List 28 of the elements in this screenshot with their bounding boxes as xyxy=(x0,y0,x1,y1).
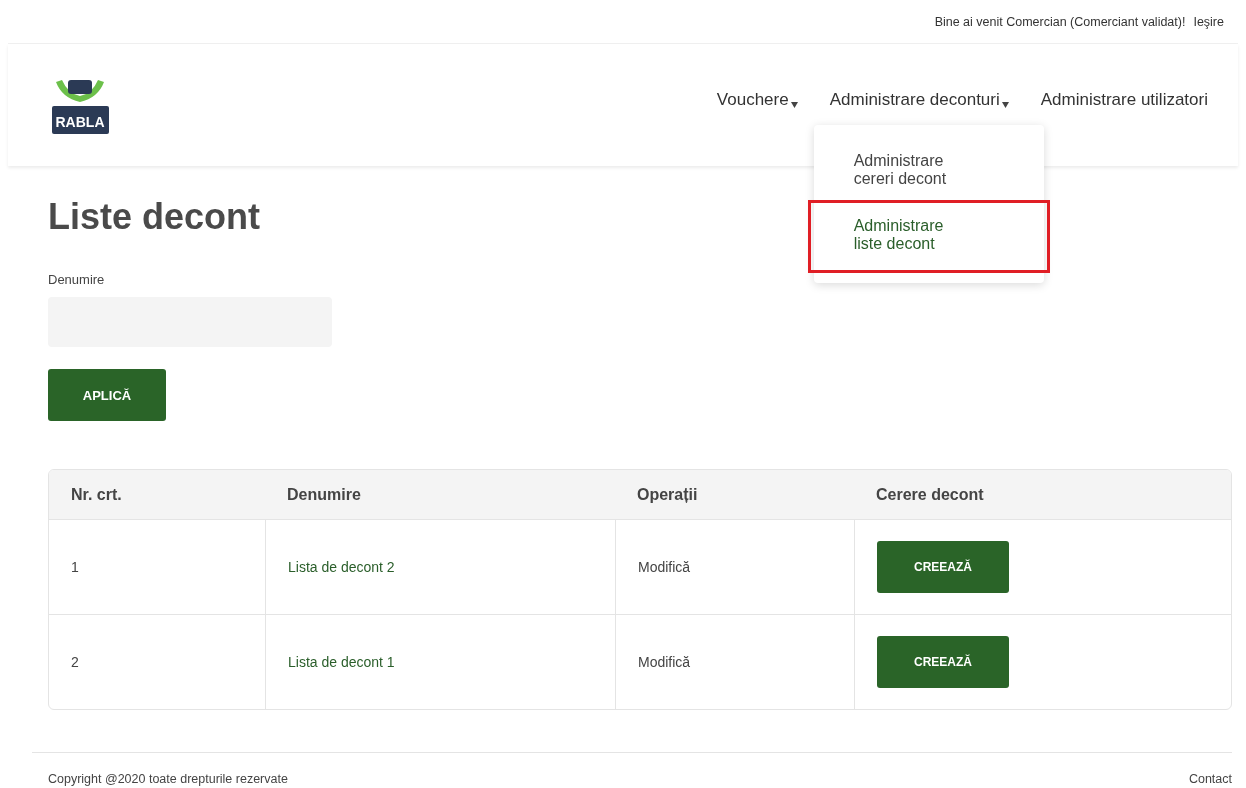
dropdown-item[interactable]: Administrare cereri decont xyxy=(813,135,1044,200)
column-header: Denumire xyxy=(286,484,362,505)
contact-link[interactable]: Contact xyxy=(1188,772,1232,786)
list-name-link[interactable]: Lista de decont 2 xyxy=(288,559,395,575)
caret-icon xyxy=(1001,102,1009,108)
list-name-link[interactable]: Lista de decont 1 xyxy=(288,654,395,670)
column-header: Cerere decont xyxy=(875,484,985,505)
create-button[interactable]: CREEAZĂ xyxy=(877,636,1009,688)
page-title: Liste decont xyxy=(48,196,261,238)
logo-text: RABLA xyxy=(51,106,109,134)
table-cell: 2 xyxy=(71,654,79,670)
nav-menu-item[interactable]: Administrare deconturi xyxy=(829,90,1009,110)
logout-link[interactable]: Ieşire xyxy=(1193,14,1224,29)
edit-link[interactable]: Modifică xyxy=(638,654,691,670)
welcome-text: Bine ai venit Comercian (Comerciant validat)! xyxy=(934,14,1186,29)
create-button[interactable]: CREEAZĂ xyxy=(877,541,1009,593)
caret-icon xyxy=(790,102,798,108)
apply-button[interactable]: APLICĂ xyxy=(48,369,166,421)
edit-link[interactable]: Modifică xyxy=(638,559,691,575)
dropdown-item[interactable]: Administrare liste decont xyxy=(807,200,1050,273)
nav-menu-item[interactable]: Vouchere xyxy=(716,90,798,110)
rabla-logo[interactable]: RABLA xyxy=(48,76,112,134)
table-cell: 1 xyxy=(71,559,79,575)
column-header: Operații xyxy=(636,484,699,505)
copyright-text: Copyright @2020 toate drepturile rezervate xyxy=(48,772,288,786)
nav-menu-item[interactable]: Administrare utilizatori xyxy=(1040,90,1208,110)
field-label: Denumire xyxy=(48,272,105,287)
column-header: Nr. crt. xyxy=(70,484,123,505)
